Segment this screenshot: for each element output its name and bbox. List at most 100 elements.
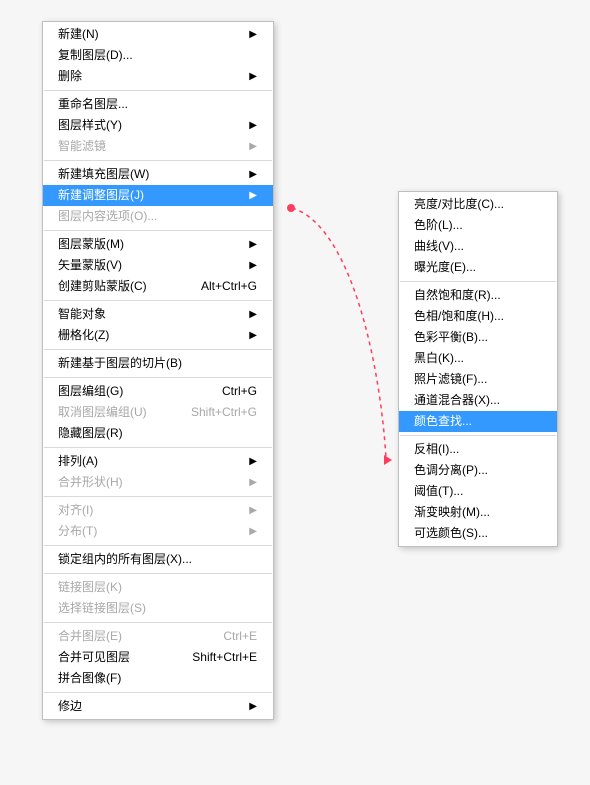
adjustment-submenu-item[interactable]: 照片滤镜(F)...: [399, 369, 557, 390]
menu-item-label: 图层蒙版(M): [58, 237, 124, 252]
layer-menu-item: 合并形状(H)▶: [43, 472, 273, 493]
layer-menu-item[interactable]: 排列(A)▶: [43, 451, 273, 472]
menu-item-shortcut: Shift+Ctrl+E: [192, 650, 257, 665]
menu-item-label: 合并图层(E): [58, 629, 122, 644]
menu-item-label: 选择链接图层(S): [58, 601, 146, 616]
layer-menu-item[interactable]: 图层蒙版(M)▶: [43, 234, 273, 255]
adjustment-submenu-item[interactable]: 曝光度(E)...: [399, 257, 557, 278]
menu-item-shortcut: Alt+Ctrl+G: [201, 279, 257, 294]
layer-menu-item: 合并图层(E) Ctrl+E: [43, 626, 273, 647]
menu-item-label: 创建剪贴蒙版(C): [58, 279, 147, 294]
layer-menu-separator: [44, 230, 272, 231]
adjustment-submenu-item[interactable]: 色调分离(P)...: [399, 460, 557, 481]
menu-item-label: 重命名图层...: [58, 97, 128, 112]
layer-menu-separator: [44, 692, 272, 693]
adjustment-submenu-item[interactable]: 色彩平衡(B)...: [399, 327, 557, 348]
submenu-arrow-icon: ▶: [249, 121, 257, 131]
layer-menu-item[interactable]: 新建基于图层的切片(B): [43, 353, 273, 374]
adjustment-submenu-item[interactable]: 自然饱和度(R)...: [399, 285, 557, 306]
submenu-arrow-icon: ▶: [249, 310, 257, 320]
menu-item-label: 阈值(T)...: [414, 484, 463, 499]
menu-item-label: 智能滤镜: [58, 139, 106, 154]
menu-item-label: 对齐(I): [58, 503, 93, 518]
layer-menu-separator: [44, 573, 272, 574]
menu-item-label: 图层内容选项(O)...: [58, 209, 157, 224]
menu-item-label: 可选颜色(S)...: [414, 526, 488, 541]
menu-item-label: 复制图层(D)...: [58, 48, 133, 63]
layer-menu-item[interactable]: 图层编组(G)Ctrl+G: [43, 381, 273, 402]
submenu-arrow-icon: ▶: [249, 702, 257, 712]
submenu-arrow-icon: ▶: [249, 170, 257, 180]
layer-menu-separator: [44, 447, 272, 448]
menu-item-label: 色相/饱和度(H)...: [414, 309, 504, 324]
submenu-arrow-icon: ▶: [249, 331, 257, 341]
layer-menu-item[interactable]: 拼合图像(F): [43, 668, 273, 689]
submenu-arrow-icon: ▶: [249, 261, 257, 271]
menu-item-label: 新建(N): [58, 27, 99, 42]
adjustment-submenu-item[interactable]: 曲线(V)...: [399, 236, 557, 257]
layer-menu-separator: [44, 545, 272, 546]
layer-menu-item[interactable]: 修边 ▶: [43, 696, 273, 717]
layer-menu-item[interactable]: 栅格化(Z) ▶: [43, 325, 273, 346]
adjustment-submenu-item[interactable]: 渐变映射(M)...: [399, 502, 557, 523]
layer-menu-separator: [44, 622, 272, 623]
layer-menu-item[interactable]: 复制图层(D)...: [43, 45, 273, 66]
menu-item-label: 色彩平衡(B)...: [414, 330, 488, 345]
menu-item-label: 新建基于图层的切片(B): [58, 356, 182, 371]
submenu-arrow-icon: ▶: [249, 72, 257, 82]
connector-end-arrow: [384, 455, 392, 465]
adjustment-submenu-separator: [400, 281, 556, 282]
layer-menu-item[interactable]: 新建(N) ▶: [43, 24, 273, 45]
menu-item-label: 通道混合器(X)...: [414, 393, 500, 408]
menu-item-label: 隐藏图层(R): [58, 426, 123, 441]
layer-menu-item[interactable]: 图层样式(Y) ▶: [43, 115, 273, 136]
menu-item-label: 色调分离(P)...: [414, 463, 488, 478]
layer-menu-separator: [44, 496, 272, 497]
layer-menu-item[interactable]: 创建剪贴蒙版(C) Alt+Ctrl+G: [43, 276, 273, 297]
layer-menu-item[interactable]: 重命名图层...: [43, 94, 273, 115]
layer-menu-item[interactable]: 智能对象▶: [43, 304, 273, 325]
layer-menu-item[interactable]: 锁定组内的所有图层(X)...: [43, 549, 273, 570]
menu-item-label: 色阶(L)...: [414, 218, 463, 233]
menu-item-label: 黑白(K)...: [414, 351, 464, 366]
layer-menu-item[interactable]: 矢量蒙版(V) ▶: [43, 255, 273, 276]
adjustment-submenu-item[interactable]: 颜色查找...: [399, 411, 557, 432]
menu-item-label: 曲线(V)...: [414, 239, 464, 254]
adjustment-submenu-item[interactable]: 色阶(L)...: [399, 215, 557, 236]
layer-menu-item[interactable]: 删除 ▶: [43, 66, 273, 87]
menu-item-label: 栅格化(Z): [58, 328, 109, 343]
menu-item-label: 合并可见图层: [58, 650, 130, 665]
layer-menu-item: 选择链接图层(S): [43, 598, 273, 619]
adjustment-submenu-item[interactable]: 通道混合器(X)...: [399, 390, 557, 411]
menu-item-label: 照片滤镜(F)...: [414, 372, 487, 387]
adjustment-submenu-item[interactable]: 黑白(K)...: [399, 348, 557, 369]
menu-item-label: 曝光度(E)...: [414, 260, 476, 275]
connector-start-dot: [287, 204, 295, 212]
adjustment-submenu-item[interactable]: 阈值(T)...: [399, 481, 557, 502]
submenu-arrow-icon: ▶: [249, 30, 257, 40]
layer-menu-item: 图层内容选项(O)...: [43, 206, 273, 227]
menu-item-label: 矢量蒙版(V): [58, 258, 122, 273]
adjustment-submenu-item[interactable]: 色相/饱和度(H)...: [399, 306, 557, 327]
menu-item-label: 修边: [58, 699, 82, 714]
adjustment-submenu-item[interactable]: 亮度/对比度(C)...: [399, 194, 557, 215]
layer-menu-item[interactable]: 隐藏图层(R): [43, 423, 273, 444]
menu-item-shortcut: Ctrl+G: [222, 384, 257, 399]
adjustment-submenu-item[interactable]: 反相(I)...: [399, 439, 557, 460]
menu-item-label: 图层样式(Y): [58, 118, 122, 133]
layer-menu: 新建(N)▶复制图层(D)...删除▶重命名图层...图层样式(Y)▶智能滤镜▶…: [42, 21, 274, 720]
menu-item-label: 删除: [58, 69, 82, 84]
layer-menu-item: 取消图层编组(U)Shift+Ctrl+G: [43, 402, 273, 423]
layer-menu-item[interactable]: 合并可见图层 Shift+Ctrl+E: [43, 647, 273, 668]
layer-menu-separator: [44, 377, 272, 378]
menu-item-label: 颜色查找...: [414, 414, 472, 429]
layer-menu-item[interactable]: 新建填充图层(W) ▶: [43, 164, 273, 185]
layer-menu-item[interactable]: 新建调整图层(J)▶: [43, 185, 273, 206]
adjustment-submenu-item[interactable]: 可选颜色(S)...: [399, 523, 557, 544]
layer-menu-item: 智能滤镜▶: [43, 136, 273, 157]
layer-menu-separator: [44, 90, 272, 91]
menu-item-label: 新建填充图层(W): [58, 167, 149, 182]
menu-item-label: 合并形状(H): [58, 475, 123, 490]
menu-item-shortcut: Ctrl+E: [223, 629, 257, 644]
menu-item-label: 新建调整图层(J): [58, 188, 144, 203]
